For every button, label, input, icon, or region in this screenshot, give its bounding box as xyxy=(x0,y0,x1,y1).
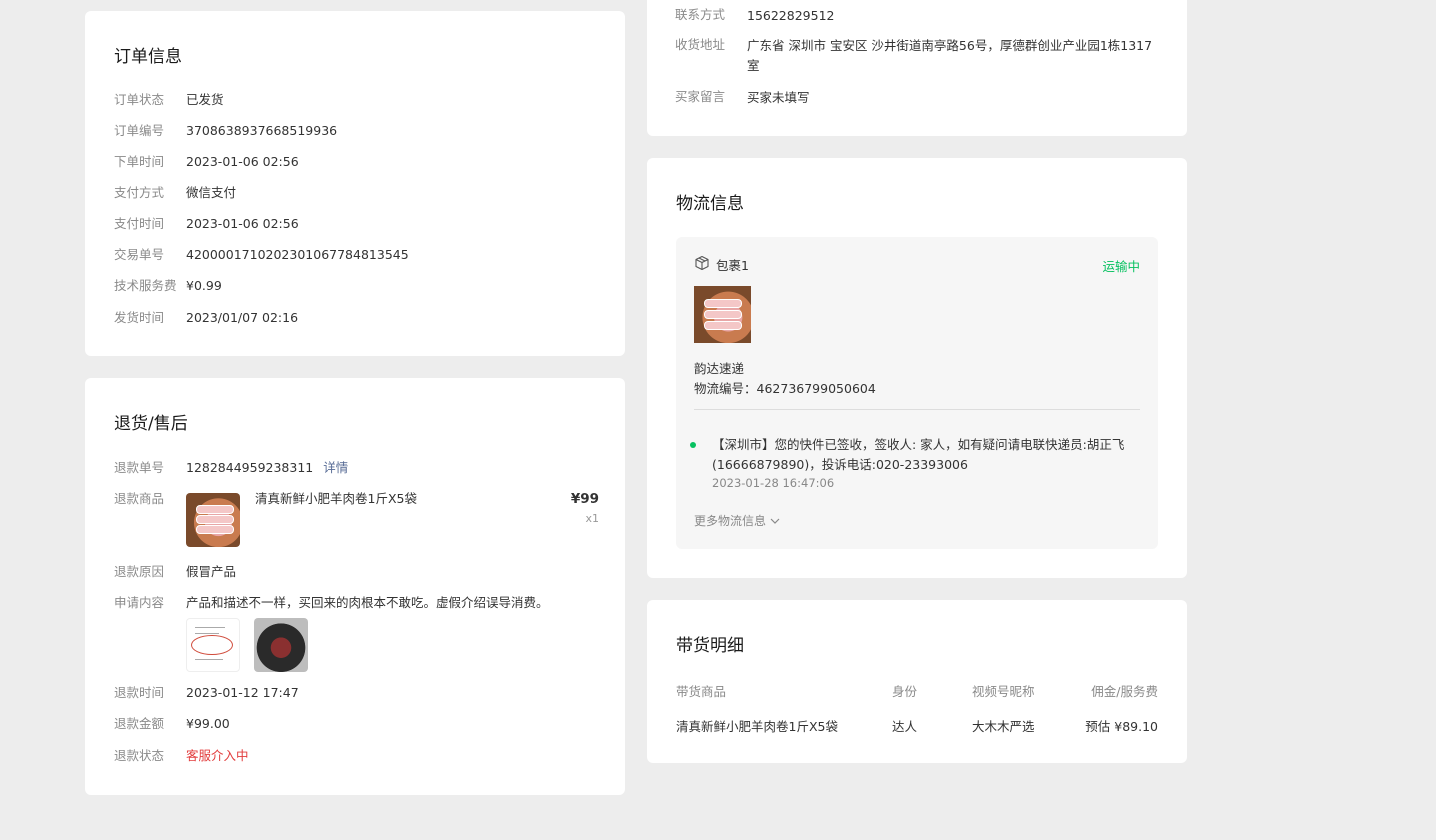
field-label: 退款单号 xyxy=(114,460,165,475)
field-value: 微信支付 xyxy=(186,185,237,200)
field-label: 申请内容 xyxy=(114,595,165,610)
tracking-number[interactable]: 462736799050604 xyxy=(757,381,876,396)
address-row: 收货地址 广东省 深圳市 宝安区 沙井街道南亭路56号，厚德群创业产业园1栋13… xyxy=(675,36,1165,78)
product-quantity: x1 xyxy=(585,512,599,525)
more-logistics-label: 更多物流信息 xyxy=(694,514,767,528)
field-value: 15622829512 xyxy=(747,8,835,23)
package-panel: 包裹1 运输中 韵达速递 物流编号：462736799050604 【深圳市】您… xyxy=(676,237,1158,549)
courier-name: 韵达速递 xyxy=(694,361,745,376)
commission-title: 带货明细 xyxy=(676,636,744,656)
field-label: 订单编号 xyxy=(114,123,165,138)
commission-nickname-cell: 大木木严选 xyxy=(972,719,1035,734)
field-value: 1282844959238311 详情 xyxy=(186,459,348,477)
field-value: 2023-01-06 02:56 xyxy=(186,154,299,169)
evidence-image[interactable] xyxy=(186,618,240,672)
logistics-title: 物流信息 xyxy=(676,194,744,214)
field-value: 广东省 深圳市 宝安区 沙井街道南亭路56号，厚德群创业产业园1栋1317室 xyxy=(747,38,1153,73)
field-label: 退款金额 xyxy=(114,716,165,731)
column-header-role: 身份 xyxy=(892,684,918,699)
field-value: 产品和描述不一样，买回来的肉根本不敢吃。虚假介绍误导消费。 xyxy=(186,595,549,610)
field-value: ¥99.00 xyxy=(186,716,230,731)
logistics-card: 物流信息 包裹1 运输中 韵达速递 物流编号：462736799050604 【… xyxy=(647,158,1187,578)
field-label: 退款时间 xyxy=(114,685,165,700)
field-label: 退款状态 xyxy=(114,748,165,763)
field-label: 下单时间 xyxy=(114,154,165,169)
chevron-down-icon xyxy=(770,514,780,528)
field-value: 4200001710202301067784813545 xyxy=(186,247,409,262)
text-line xyxy=(195,633,219,634)
field-label: 支付时间 xyxy=(114,216,165,231)
product-thumbnail[interactable] xyxy=(186,493,240,547)
order-info-title: 订单信息 xyxy=(114,47,182,67)
more-logistics-button[interactable]: 更多物流信息 xyxy=(694,512,780,529)
package-name: 包裹1 xyxy=(716,258,749,273)
field-label: 退款商品 xyxy=(114,491,165,506)
evidence-image[interactable] xyxy=(254,618,308,672)
field-value: 2023-01-06 02:56 xyxy=(186,216,299,231)
tracking-latest-time: 2023-01-28 16:47:06 xyxy=(712,476,835,490)
order-info-card: 订单信息 订单状态 已发货 订单编号 3708638937668519936 下… xyxy=(85,11,625,356)
buyer-info-card: 联系方式 15622829512 收货地址 广东省 深圳市 宝安区 沙井街道南亭… xyxy=(647,0,1187,136)
field-value: ¥0.99 xyxy=(186,278,222,293)
refund-status-value: 客服介入中 xyxy=(186,748,249,763)
field-value: 2023-01-12 17:47 xyxy=(186,685,299,700)
package-header: 包裹1 xyxy=(694,255,749,274)
commission-role-cell: 达人 xyxy=(892,719,918,734)
commission-amount-cell: 预估 ¥89.10 xyxy=(1085,719,1158,734)
red-circle-mark xyxy=(191,635,233,655)
meat-roll-shape xyxy=(704,321,742,330)
refund-product-row: 退款商品 清真新鲜小肥羊肉卷1斤X5袋 ¥99 x1 xyxy=(114,490,599,550)
field-value: 2023/01/07 02:16 xyxy=(186,310,299,325)
field-value: 买家未填写 xyxy=(747,90,810,105)
meat-roll-shape xyxy=(196,525,234,534)
product-title[interactable]: 清真新鲜小肥羊肉卷1斤X5袋 xyxy=(255,490,417,508)
tracking-number-line: 物流编号：462736799050604 xyxy=(694,379,876,399)
product-price: ¥99 xyxy=(570,491,599,507)
tracking-latest-text: 【深圳市】您的快件已签收，签收人: 家人，如有疑问请电联快递员:胡正飞(1666… xyxy=(712,437,1125,472)
field-label: 支付方式 xyxy=(114,185,165,200)
field-label: 交易单号 xyxy=(114,247,165,262)
refund-card: 退货/售后 退款单号 1282844959238311 详情 退款商品 清真新鲜小… xyxy=(85,378,625,795)
column-header-nickname: 视频号昵称 xyxy=(972,684,1035,699)
field-label: 订单状态 xyxy=(114,92,165,107)
tracking-label: 物流编号： xyxy=(694,381,757,396)
meat-roll-shape xyxy=(196,515,234,524)
package-icon xyxy=(694,255,710,274)
refund-title: 退货/售后 xyxy=(114,414,188,434)
timeline-dot xyxy=(690,442,696,448)
package-product-thumbnail[interactable] xyxy=(694,286,751,343)
field-label: 退款原因 xyxy=(114,564,165,579)
field-label: 发货时间 xyxy=(114,310,165,325)
field-value: 3708638937668519936 xyxy=(186,123,338,138)
field-value: 已发货 xyxy=(186,92,224,107)
package-status: 运输中 xyxy=(1102,259,1140,274)
divider xyxy=(694,409,1140,410)
commission-card: 带货明细 带货商品 身份 视频号昵称 佣金/服务费 清真新鲜小肥羊肉卷1斤X5袋… xyxy=(647,600,1187,763)
field-label: 买家留言 xyxy=(675,89,726,104)
refund-content-row: 申请内容 产品和描述不一样，买回来的肉根本不敢吃。虚假介绍误导消费。 xyxy=(114,594,599,674)
column-header-product: 带货商品 xyxy=(676,684,727,699)
field-label: 收货地址 xyxy=(675,37,726,52)
refund-detail-link[interactable]: 详情 xyxy=(323,460,348,475)
commission-product-cell: 清真新鲜小肥羊肉卷1斤X5袋 xyxy=(676,719,838,734)
column-header-commission: 佣金/服务费 xyxy=(1091,684,1158,699)
courier-info: 韵达速递 物流编号：462736799050604 xyxy=(694,359,876,399)
text-line xyxy=(195,659,223,660)
refund-number: 1282844959238311 xyxy=(186,460,314,475)
meat-roll-shape xyxy=(704,310,742,319)
field-value: 假冒产品 xyxy=(186,564,237,579)
field-label: 技术服务费 xyxy=(114,278,177,293)
meat-roll-shape xyxy=(704,299,742,308)
field-label: 联系方式 xyxy=(675,7,726,22)
text-line xyxy=(195,627,225,628)
meat-roll-shape xyxy=(196,505,234,514)
